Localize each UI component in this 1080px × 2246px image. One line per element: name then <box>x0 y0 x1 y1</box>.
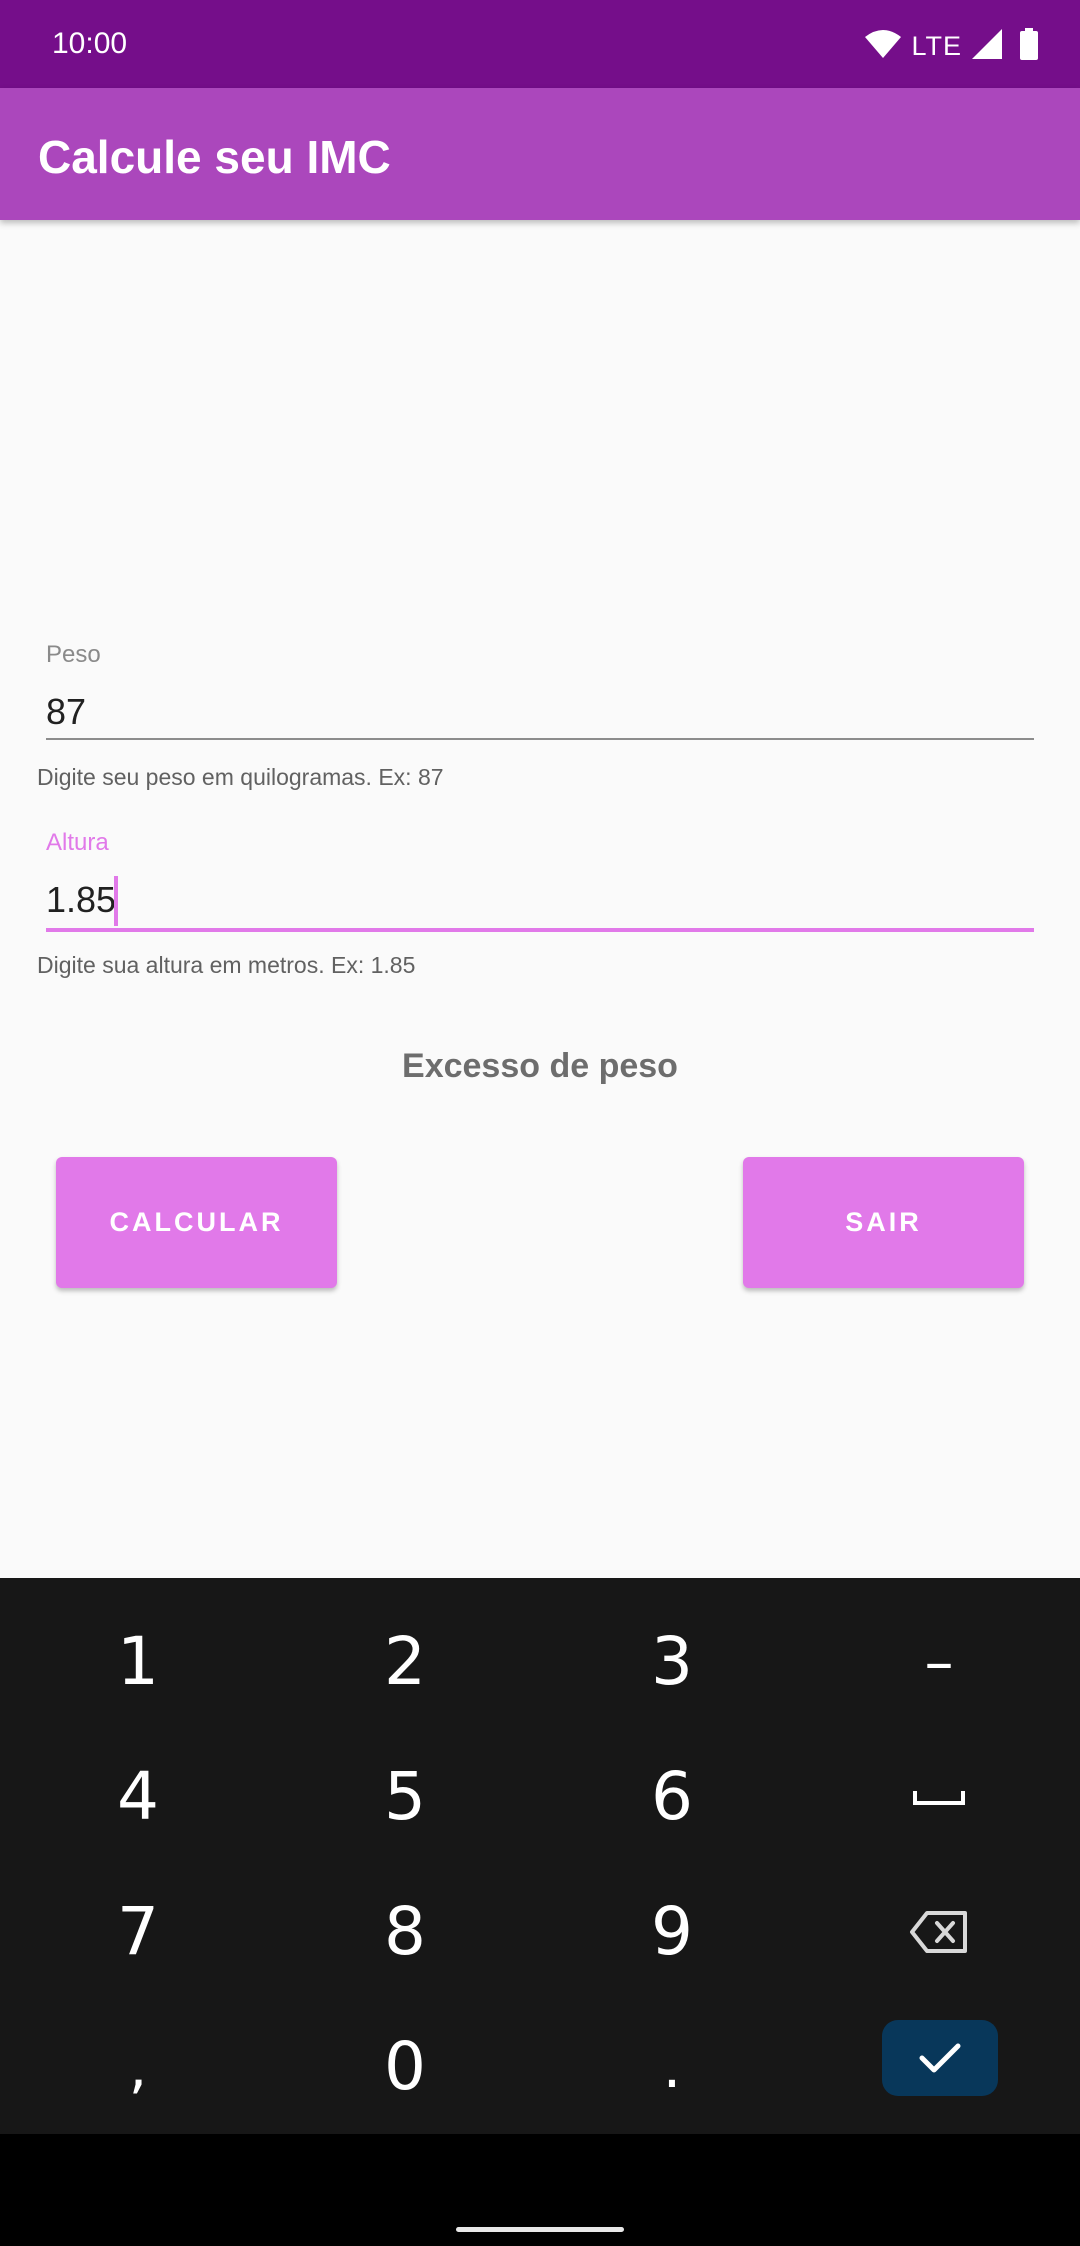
key-minus[interactable]: – <box>805 1594 1073 1729</box>
app-title: Calcule seu IMC <box>38 131 391 183</box>
backspace-key[interactable] <box>805 1864 1073 1999</box>
key-8[interactable]: 8 <box>271 1864 539 1999</box>
wifi-icon <box>865 29 902 64</box>
key-0[interactable]: 0 <box>271 1999 539 2134</box>
key-7[interactable]: 7 <box>4 1864 272 1999</box>
key-5[interactable]: 5 <box>271 1729 539 1864</box>
status-time: 10:00 <box>52 27 128 60</box>
status-icons: LTE <box>865 26 1038 66</box>
altura-underline <box>46 928 1034 932</box>
key-period[interactable]: . <box>538 1999 806 2134</box>
space-bar-icon <box>913 1790 965 1805</box>
done-key[interactable] <box>882 2020 998 2096</box>
peso-label: Peso <box>46 641 101 668</box>
space-key[interactable] <box>805 1729 1073 1864</box>
sair-button[interactable]: SAIR <box>743 1157 1024 1288</box>
key-2[interactable]: 2 <box>271 1594 539 1729</box>
network-type-label: LTE <box>911 30 962 61</box>
altura-helper-text: Digite sua altura em metros. Ex: 1.85 <box>37 952 416 978</box>
key-3[interactable]: 3 <box>538 1594 806 1729</box>
home-gesture-handle[interactable] <box>456 2227 624 2232</box>
peso-helper-text: Digite seu peso em quilogramas. Ex: 87 <box>37 764 444 790</box>
numeric-keyboard: 1 2 3 – 4 5 6 7 8 9 , 0 . <box>0 1578 1080 2134</box>
text-cursor <box>114 876 118 926</box>
key-9[interactable]: 9 <box>538 1864 806 1999</box>
navigation-bar <box>0 2134 1080 2246</box>
status-bar: 10:00 LTE <box>0 0 1080 88</box>
backspace-icon <box>910 1910 967 1953</box>
key-6[interactable]: 6 <box>538 1729 806 1864</box>
cell-signal-icon <box>972 28 1002 64</box>
key-4[interactable]: 4 <box>4 1729 272 1864</box>
battery-icon <box>1020 27 1038 65</box>
altura-label: Altura <box>46 829 109 856</box>
result-text: Excesso de peso <box>402 1047 678 1085</box>
altura-input[interactable]: 1.85 <box>46 878 116 922</box>
peso-underline <box>46 738 1034 740</box>
calcular-button[interactable]: CALCULAR <box>56 1157 337 1288</box>
key-1[interactable]: 1 <box>4 1594 272 1729</box>
app-bar: Calcule seu IMC <box>0 88 1080 220</box>
key-comma[interactable]: , <box>4 1999 272 2134</box>
checkmark-icon <box>919 2043 961 2073</box>
peso-input[interactable]: 87 <box>46 690 86 734</box>
